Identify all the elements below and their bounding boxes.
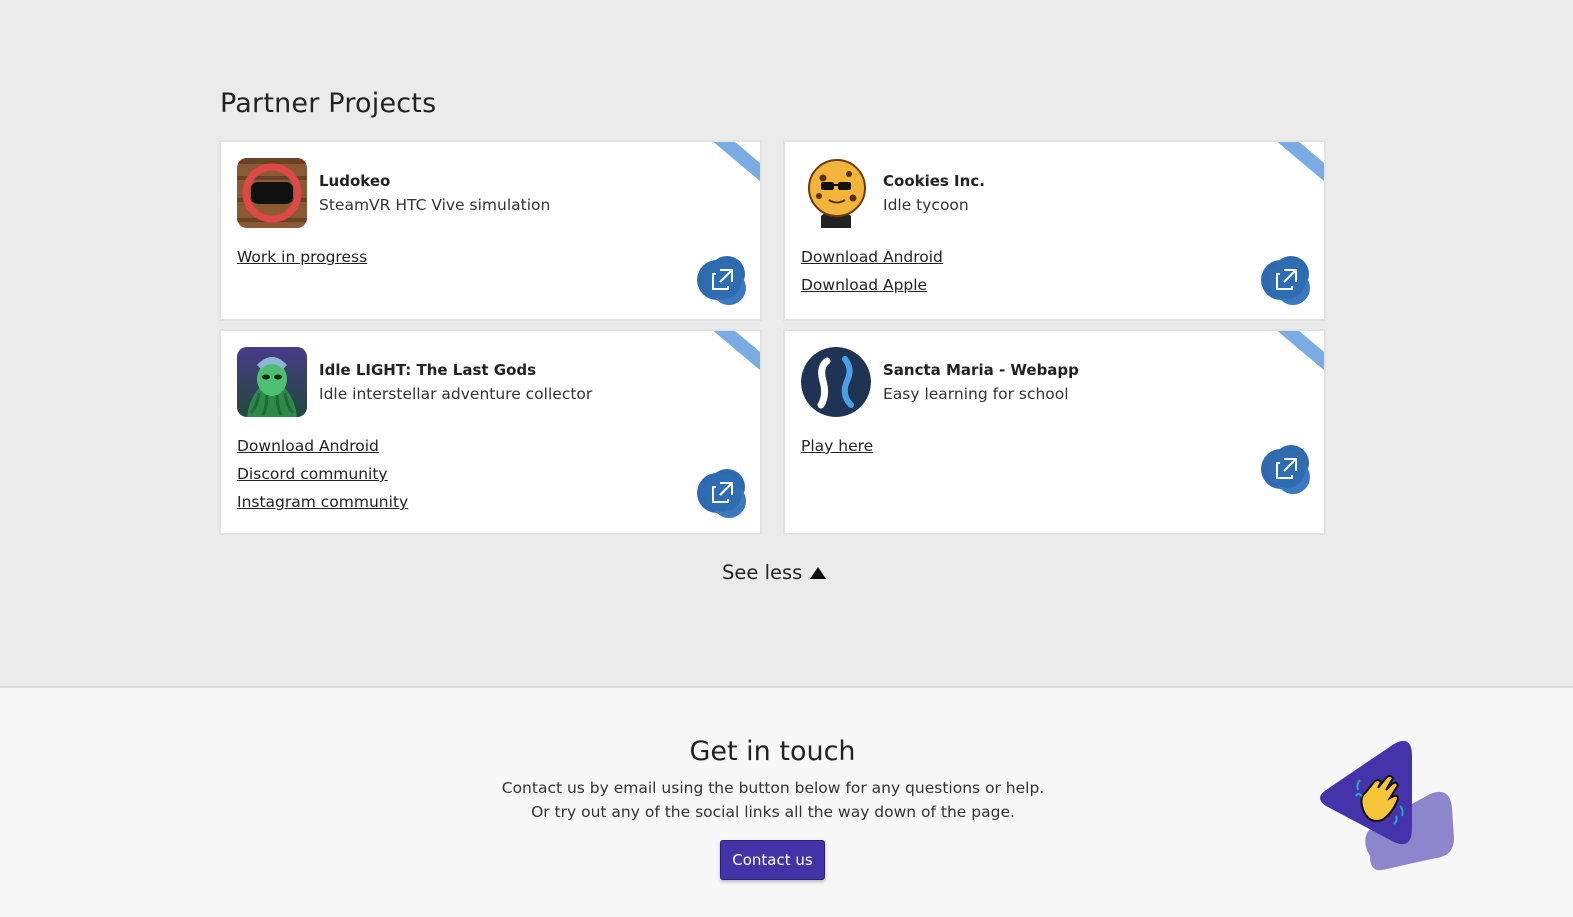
link-play-here[interactable]: Play here xyxy=(801,435,873,463)
link-discord-community[interactable]: Discord community xyxy=(237,463,408,491)
link-download-android[interactable]: Download Android xyxy=(237,435,408,463)
card-ribbon xyxy=(1260,331,1324,375)
project-links: Work in progress xyxy=(237,246,367,274)
external-link-icon xyxy=(1261,256,1310,305)
project-name: Idle LIGHT: The Last Gods xyxy=(319,361,537,379)
waving-hand-icon xyxy=(1310,738,1460,878)
project-card-idle-light: Idle LIGHT: The Last Gods Idle interstel… xyxy=(219,329,762,535)
external-link-icon xyxy=(1261,445,1310,494)
project-description: Easy learning for school xyxy=(883,385,1069,403)
project-card-sancta-maria: Sancta Maria - Webapp Easy learning for … xyxy=(783,329,1326,535)
triangle-up-icon xyxy=(810,566,827,579)
project-description: Idle interstellar adventure collector xyxy=(319,385,593,403)
project-links: Download Android Download Apple xyxy=(801,246,943,302)
link-download-android[interactable]: Download Android xyxy=(801,246,943,274)
link-instagram-community[interactable]: Instagram community xyxy=(237,491,408,519)
project-description: Idle tycoon xyxy=(883,196,969,214)
external-link-button[interactable] xyxy=(1259,252,1317,310)
card-ribbon xyxy=(1260,142,1324,186)
link-work-in-progress[interactable]: Work in progress xyxy=(237,246,367,274)
vr-headset-icon xyxy=(237,158,307,228)
contact-us-button[interactable]: Contact us xyxy=(720,840,825,880)
contact-description: Contact us by email using the button bel… xyxy=(501,779,1045,821)
partner-projects-section: Partner Projects Ludokeo SteamVR HTC Viv… xyxy=(0,0,1573,687)
see-less-toggle[interactable]: See less xyxy=(722,561,827,584)
project-links: Play here xyxy=(801,435,873,463)
card-ribbon xyxy=(696,331,760,375)
external-link-button[interactable] xyxy=(695,252,753,310)
project-name: Sancta Maria - Webapp xyxy=(883,361,1079,379)
external-link-button[interactable] xyxy=(695,465,753,523)
section-title: Partner Projects xyxy=(220,88,437,119)
project-description: SteamVR HTC Vive simulation xyxy=(319,196,551,214)
see-less-label: See less xyxy=(722,561,803,584)
green-deity-icon xyxy=(237,347,307,417)
external-link-icon xyxy=(697,469,746,518)
project-links: Download Android Discord community Insta… xyxy=(237,435,408,519)
external-link-button[interactable] xyxy=(1259,441,1317,499)
sm-logo-icon xyxy=(801,347,871,417)
link-download-apple[interactable]: Download Apple xyxy=(801,274,943,302)
project-name: Cookies Inc. xyxy=(883,172,985,190)
project-card-cookies-inc: Cookies Inc. Idle tycoon Download Androi… xyxy=(783,140,1326,321)
project-name: Ludokeo xyxy=(319,172,391,190)
cookie-mascot-icon xyxy=(801,158,871,228)
card-ribbon xyxy=(696,142,760,186)
contact-section: Get in touch Contact us by email using t… xyxy=(0,686,1573,917)
external-link-icon xyxy=(697,256,746,305)
project-card-ludokeo: Ludokeo SteamVR HTC Vive simulation Work… xyxy=(219,140,762,321)
